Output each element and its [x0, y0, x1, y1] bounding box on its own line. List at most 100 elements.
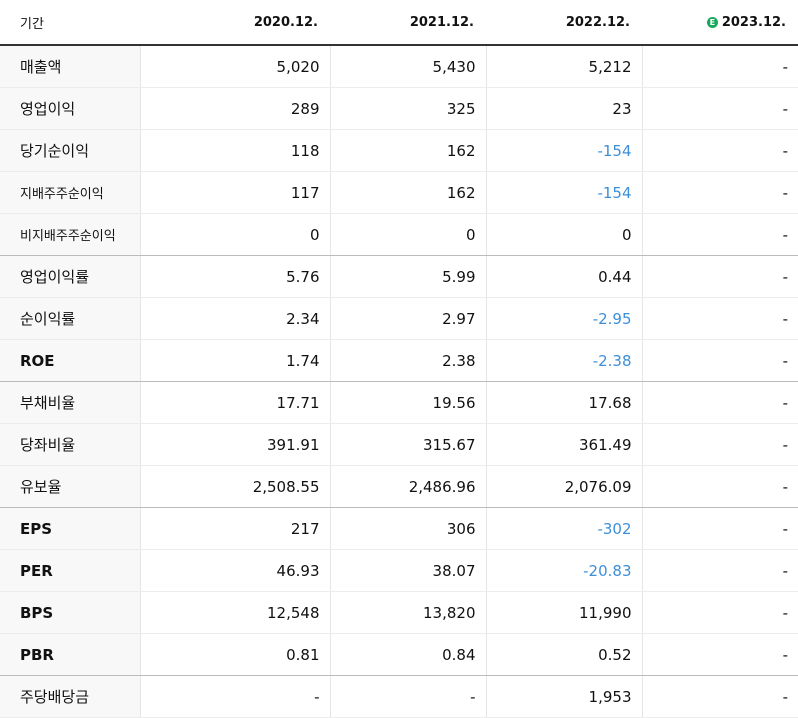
table-row: PER 46.93 38.07 -20.83-	[0, 549, 798, 592]
table-row: 매출액 5,020 5,430 5,212-	[0, 45, 798, 88]
table-cell: 0.44	[485, 255, 642, 298]
financial-summary-table: 기간 2020.12. 2021.12. 2022.12. E 2023.12. …	[0, 0, 798, 718]
table-cell: 0	[485, 213, 642, 256]
table-cell: 1.74	[139, 339, 330, 382]
table-cell: -	[641, 171, 798, 214]
table-row: 비지배주주순이익 0 0 0-	[0, 213, 798, 256]
table-row: PBR 0.81 0.84 0.52-	[0, 633, 798, 676]
table-cell: 361.49	[485, 423, 642, 466]
table-cell: 2.97	[329, 297, 486, 340]
table-cell: 12,548	[139, 591, 330, 634]
table-cell: 162	[329, 129, 486, 172]
header-row: 기간 2020.12. 2021.12. 2022.12. E 2023.12.	[0, 0, 798, 46]
table-cell: 325	[329, 87, 486, 130]
row-label: 영업이익	[0, 87, 140, 130]
table-row: 영업이익률 5.76 5.99 0.44-	[0, 255, 798, 298]
table-cell: 2,486.96	[329, 465, 486, 508]
table-row: 지배주주순이익 117 162 -154-	[0, 171, 798, 214]
table-cell: -	[641, 423, 798, 466]
period-header: 기간	[0, 0, 140, 46]
table-cell: -20.83	[485, 549, 642, 592]
estimate-icon: E	[706, 16, 718, 28]
table-row: 유보율 2,508.55 2,486.96 2,076.09-	[0, 465, 798, 508]
table-cell: 46.93	[139, 549, 330, 592]
column-header-estimate: E 2023.12.	[642, 0, 798, 46]
table-cell: 0	[139, 213, 330, 256]
table-cell: -154	[485, 129, 642, 172]
table-cell: -	[641, 45, 798, 88]
table-cell: -302	[485, 507, 642, 550]
table-cell: -154	[485, 171, 642, 214]
row-label: 주당배당금	[0, 675, 140, 718]
table-cell: -	[641, 255, 798, 298]
table-cell: 2,076.09	[485, 465, 642, 508]
table-cell: -	[641, 549, 798, 592]
table-cell: 118	[139, 129, 330, 172]
table-cell: 19.56	[329, 381, 486, 424]
column-header: 2020.12.	[140, 0, 330, 46]
table-cell: 2.38	[329, 339, 486, 382]
row-label: 순이익률	[0, 297, 140, 340]
row-label: 비지배주주순이익	[0, 213, 140, 256]
table-row: 순이익률 2.34 2.97 -2.95-	[0, 297, 798, 340]
table-cell: 5.99	[329, 255, 486, 298]
table-row: 주당배당금 - -1,953-	[0, 675, 798, 718]
table-cell: 391.91	[139, 423, 330, 466]
table-cell: 2,508.55	[139, 465, 330, 508]
table-cell: -	[641, 633, 798, 676]
row-label: 지배주주순이익	[0, 171, 140, 214]
table-cell: 38.07	[329, 549, 486, 592]
table-cell: 217	[139, 507, 330, 550]
table-cell: 0.84	[329, 633, 486, 676]
table-cell: 306	[329, 507, 486, 550]
column-header: 2021.12.	[330, 0, 486, 46]
table-cell: 117	[139, 171, 330, 214]
table-cell: -	[329, 675, 486, 718]
table-cell: 2.34	[139, 297, 330, 340]
table-cell: 1,953	[485, 675, 642, 718]
row-label: 영업이익률	[0, 255, 140, 298]
table-cell: -2.95	[485, 297, 642, 340]
table-cell: -	[641, 297, 798, 340]
table-row: 당기순이익 118 162 -154-	[0, 129, 798, 172]
table-cell: -	[641, 507, 798, 550]
table-cell: 0.81	[139, 633, 330, 676]
row-label: BPS	[0, 591, 140, 634]
table-cell: -	[641, 591, 798, 634]
table-cell: -	[641, 213, 798, 256]
column-header-label: 2023.12.	[721, 14, 786, 30]
table-row: 당좌비율 391.91 315.67 361.49-	[0, 423, 798, 466]
table-cell: 315.67	[329, 423, 486, 466]
table-row: 부채비율 17.71 19.56 17.68-	[0, 381, 798, 424]
table-cell: 289	[139, 87, 330, 130]
table-cell: 162	[329, 171, 486, 214]
row-label: 당기순이익	[0, 129, 140, 172]
row-label: PER	[0, 549, 140, 592]
table-row: 영업이익 289 325 23-	[0, 87, 798, 130]
table-cell: -	[641, 87, 798, 130]
table-cell: -2.38	[485, 339, 642, 382]
table-cell: -	[641, 675, 798, 718]
table-cell: 5,430	[329, 45, 486, 88]
table-cell: 0	[329, 213, 486, 256]
table-cell: 0.52	[485, 633, 642, 676]
row-label: 유보율	[0, 465, 140, 508]
row-label: 당좌비율	[0, 423, 140, 466]
table-cell: -	[641, 129, 798, 172]
table-cell: -	[641, 339, 798, 382]
table-cell: 23	[485, 87, 642, 130]
table-cell: -	[641, 465, 798, 508]
row-label: PBR	[0, 633, 140, 676]
table-cell: 17.71	[139, 381, 330, 424]
row-label: 매출액	[0, 45, 140, 88]
row-label: ROE	[0, 339, 140, 382]
table-cell: 5.76	[139, 255, 330, 298]
table-cell: 13,820	[329, 591, 486, 634]
table-cell: 17.68	[485, 381, 642, 424]
table-cell: 5,212	[485, 45, 642, 88]
row-label: 부채비율	[0, 381, 140, 424]
table-cell: -	[641, 381, 798, 424]
row-label: EPS	[0, 507, 140, 550]
table-row: EPS 217 306 -302-	[0, 507, 798, 550]
table-row: BPS 12,548 13,820 11,990-	[0, 591, 798, 634]
